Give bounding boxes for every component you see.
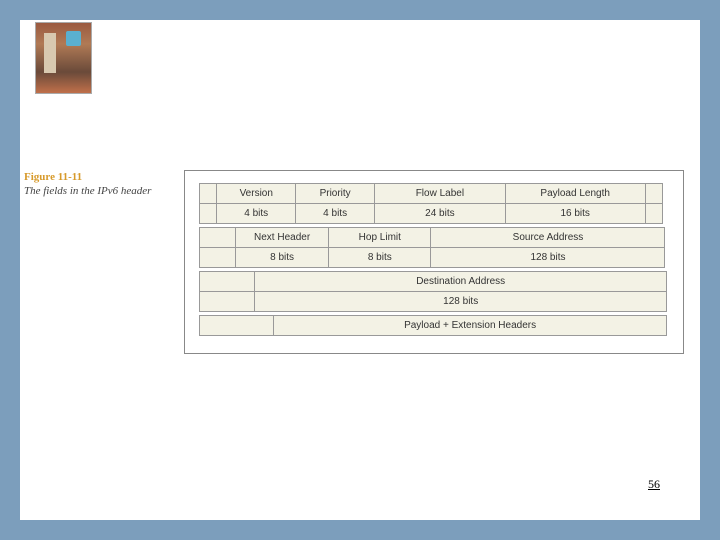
field-label: Version <box>216 183 296 204</box>
field-label: Destination Address <box>254 271 668 292</box>
decorative-thumbnail <box>35 22 92 94</box>
field-size: 16 bits <box>505 203 646 224</box>
row-lead-shim <box>199 315 274 336</box>
header-field-row: VersionPriorityFlow LabelPayload Length <box>199 183 669 203</box>
header-size-row: 128 bits <box>199 291 669 311</box>
row-lead-shim <box>199 203 218 224</box>
slide: Figure 11-11 The fields in the IPv6 head… <box>20 20 700 520</box>
row-lead-shim <box>199 183 218 204</box>
field-label: Payload + Extension Headers <box>273 315 668 336</box>
field-label: Source Address <box>430 227 665 248</box>
field-size: 128 bits <box>254 291 668 312</box>
field-label: Flow Label <box>374 183 506 204</box>
field-label: Payload Length <box>505 183 646 204</box>
field-size: 4 bits <box>216 203 296 224</box>
header-size-row: 4 bits4 bits24 bits16 bits <box>199 203 669 223</box>
header-size-row: 8 bits8 bits128 bits <box>199 247 669 267</box>
figure-label: Figure 11-11 The fields in the IPv6 head… <box>24 170 174 199</box>
row-lead-shim <box>199 291 255 312</box>
row-tail-shim <box>645 183 664 204</box>
row-lead-shim <box>199 247 237 268</box>
field-size: 8 bits <box>235 247 329 268</box>
field-label: Hop Limit <box>328 227 431 248</box>
row-tail-shim <box>645 203 664 224</box>
field-label: Next Header <box>235 227 329 248</box>
header-field-row: Destination Address <box>199 271 669 291</box>
header-field-row: Payload + Extension Headers <box>199 315 669 335</box>
field-size: 24 bits <box>374 203 506 224</box>
figure-number: Figure 11-11 <box>24 170 174 184</box>
header-field-row: Next HeaderHop LimitSource Address <box>199 227 669 247</box>
row-lead-shim <box>199 271 255 292</box>
field-size: 128 bits <box>430 247 665 268</box>
figure-caption: The fields in the IPv6 header <box>24 184 174 198</box>
page-number: 56 <box>648 477 660 492</box>
ipv6-header-diagram: VersionPriorityFlow LabelPayload Length4… <box>184 170 684 354</box>
row-lead-shim <box>199 227 237 248</box>
field-size: 8 bits <box>328 247 431 268</box>
field-label: Priority <box>295 183 375 204</box>
field-size: 4 bits <box>295 203 375 224</box>
